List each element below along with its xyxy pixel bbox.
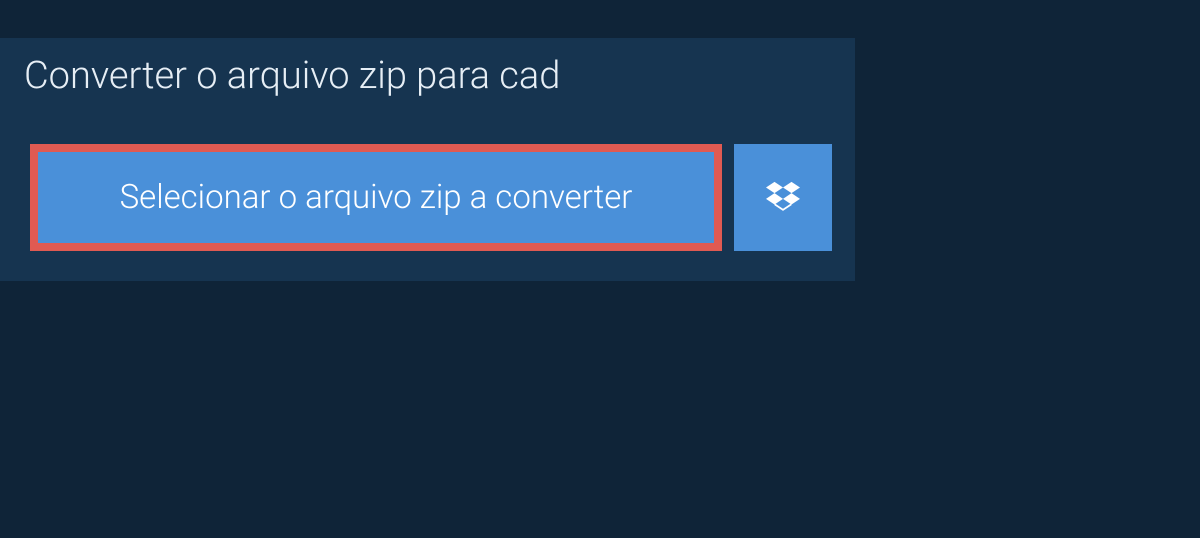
page-title-text: Converter o arquivo zip para cad [24,54,560,98]
select-file-button[interactable]: Selecionar o arquivo zip a converter [30,144,722,251]
converter-panel: Converter o arquivo zip para cad Selecio… [0,38,855,281]
select-file-label: Selecionar o arquivo zip a converter [120,178,633,217]
action-row: Selecionar o arquivo zip a converter [0,118,855,281]
dropbox-icon [766,179,800,217]
dropbox-button[interactable] [734,144,832,251]
page-title: Converter o arquivo zip para cad [0,38,640,118]
